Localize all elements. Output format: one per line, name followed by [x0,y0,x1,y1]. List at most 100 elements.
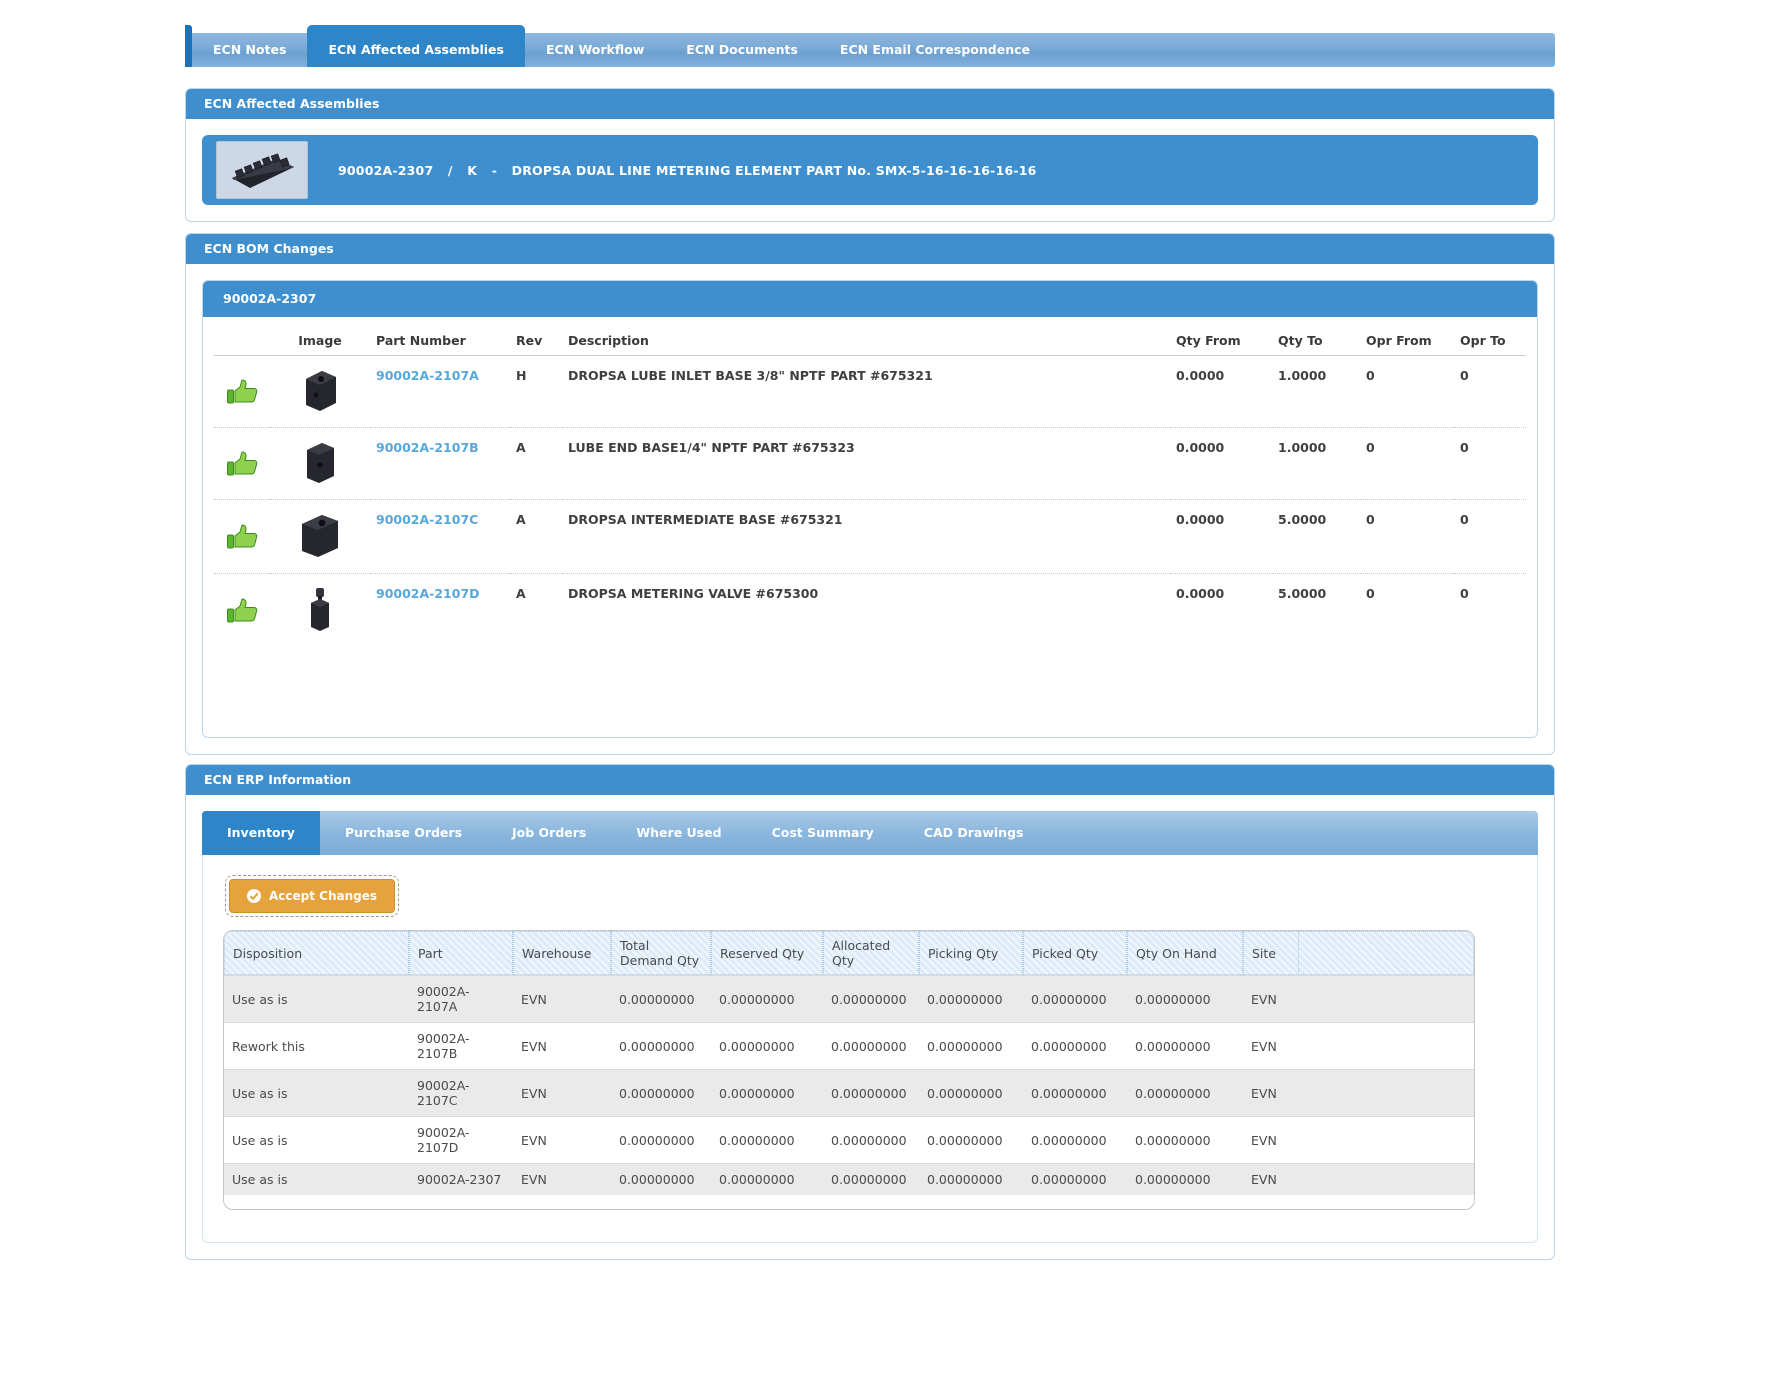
bom-row-status-cell [214,500,270,574]
bom-row-description: DROPSA METERING VALVE #675300 [562,574,1170,648]
inv-warehouse: EVN [513,1022,611,1069]
assembly-part-number: 90002A-2307 [338,163,433,178]
bom-col-opr-from: Opr From [1360,321,1454,356]
bom-row-description: DROPSA INTERMEDIATE BASE #675321 [562,500,1170,574]
bom-col-description: Description [562,321,1170,356]
inventory-table: Disposition Part Warehouse Total Demand … [224,931,1474,1195]
top-tab-bar: ECN Notes ECN Affected Assemblies ECN Wo… [185,33,1555,67]
bom-row-image-cell [270,356,370,428]
inv-qty-on-hand: 0.00000000 [1127,1163,1243,1195]
inventory-row[interactable]: Rework this 90002A-2107B EVN 0.00000000 … [224,1022,1474,1069]
assembly-image [226,148,298,192]
inventory-row[interactable]: Use as is 90002A-2107A EVN 0.00000000 0.… [224,975,1474,1022]
inv-col-picked-qty[interactable]: Picked Qty [1023,931,1127,975]
bom-row-qty-from: 0.0000 [1170,500,1272,574]
inv-picked-qty: 0.00000000 [1023,1022,1127,1069]
accept-changes-label: Accept Changes [269,889,377,903]
bom-row-rev: A [510,574,562,648]
thumbs-up-icon[interactable] [226,450,258,477]
inv-filler [1299,1116,1474,1163]
erp-tab-inventory[interactable]: Inventory [202,811,320,855]
assembly-banner: 90002A-2307 / K - DROPSA DUAL LINE METER… [202,135,1538,205]
tab-ecn-notes[interactable]: ECN Notes [192,33,307,67]
inv-picking-qty: 0.00000000 [919,1069,1023,1116]
inv-col-warehouse[interactable]: Warehouse [513,931,611,975]
bom-row-opr-from: 0 [1360,574,1454,648]
inv-picked-qty: 0.00000000 [1023,1116,1127,1163]
bom-group-panel: 90002A-2307 Image Part Number Rev Descri… [202,280,1538,738]
inv-reserved-qty: 0.00000000 [711,1163,823,1195]
part-number-link[interactable]: 90002A-2107D [376,586,480,601]
inv-col-allocated-qty[interactable]: Allocated Qty [823,931,919,975]
inv-col-site[interactable]: Site [1243,931,1299,975]
inv-disposition: Use as is [224,1116,409,1163]
inv-total-demand-qty: 0.00000000 [611,975,711,1022]
inv-part: 90002A-2107D [409,1116,513,1163]
bom-row-qty-to: 5.0000 [1272,500,1360,574]
erp-tab-cost-summary[interactable]: Cost Summary [747,811,899,855]
inv-part: 90002A-2107C [409,1069,513,1116]
erp-tab-strip: Inventory Purchase Orders Job Orders Whe… [202,811,1538,855]
inv-col-disposition[interactable]: Disposition [224,931,409,975]
inv-picking-qty: 0.00000000 [919,975,1023,1022]
inventory-header-row: Disposition Part Warehouse Total Demand … [224,931,1474,975]
inv-reserved-qty: 0.00000000 [711,1116,823,1163]
bom-row-opr-to: 0 [1454,500,1526,574]
inventory-table-container: Disposition Part Warehouse Total Demand … [223,930,1475,1210]
erp-information-panel: ECN ERP Information Inventory Purchase O… [185,764,1555,1260]
inv-reserved-qty: 0.00000000 [711,975,823,1022]
part-number-link[interactable]: 90002A-2107C [376,512,478,527]
thumbs-up-icon[interactable] [226,523,258,550]
inventory-row[interactable]: Use as is 90002A-2307 EVN 0.00000000 0.0… [224,1163,1474,1195]
inv-filler [1299,1163,1474,1195]
erp-tab-job-orders[interactable]: Job Orders [487,811,611,855]
bom-table: Image Part Number Rev Description Qty Fr… [214,321,1526,647]
accept-changes-button[interactable]: Accept Changes [229,879,395,913]
tab-ecn-email-correspondence[interactable]: ECN Email Correspondence [819,33,1051,67]
part-number-link[interactable]: 90002A-2107B [376,440,479,455]
bom-row-status-cell [214,356,270,428]
erp-tab-where-used[interactable]: Where Used [611,811,746,855]
inv-disposition: Use as is [224,975,409,1022]
thumbs-up-icon[interactable] [226,378,258,405]
inv-filler [1299,1069,1474,1116]
inv-warehouse: EVN [513,1069,611,1116]
inv-total-demand-qty: 0.00000000 [611,1163,711,1195]
erp-tab-cad-drawings[interactable]: CAD Drawings [899,811,1049,855]
assembly-thumbnail [216,141,308,199]
inventory-row[interactable]: Use as is 90002A-2107C EVN 0.00000000 0.… [224,1069,1474,1116]
bom-row-image-cell [270,574,370,648]
inv-col-total-demand-qty[interactable]: Total Demand Qty [611,931,711,975]
bom-row-qty-from: 0.0000 [1170,356,1272,428]
page: ECN Notes ECN Affected Assemblies ECN Wo… [185,0,1555,1260]
inventory-row[interactable]: Use as is 90002A-2107D EVN 0.00000000 0.… [224,1116,1474,1163]
erp-tab-purchase-orders[interactable]: Purchase Orders [320,811,487,855]
assembly-separator-2: - [492,163,497,178]
thumbs-up-icon[interactable] [226,597,258,624]
inv-site: EVN [1243,1069,1299,1116]
tab-ecn-workflow[interactable]: ECN Workflow [525,33,665,67]
inv-col-filler [1299,931,1474,975]
tab-ecn-affected-assemblies[interactable]: ECN Affected Assemblies [307,25,524,67]
bom-row-qty-from: 0.0000 [1170,428,1272,500]
bom-col-part-number: Part Number [370,321,510,356]
bom-row-status-cell [214,428,270,500]
bom-header-row: Image Part Number Rev Description Qty Fr… [214,321,1526,356]
inv-reserved-qty: 0.00000000 [711,1069,823,1116]
inv-col-reserved-qty[interactable]: Reserved Qty [711,931,823,975]
bom-col-qty-to: Qty To [1272,321,1360,356]
inv-col-part[interactable]: Part [409,931,513,975]
bom-col-rev: Rev [510,321,562,356]
inv-part: 90002A-2307 [409,1163,513,1195]
bom-row-description: DROPSA LUBE INLET BASE 3/8" NPTF PART #6… [562,356,1170,428]
inv-col-qty-on-hand[interactable]: Qty On Hand [1127,931,1243,975]
tab-ecn-documents[interactable]: ECN Documents [665,33,819,67]
part-number-link[interactable]: 90002A-2107A [376,368,479,383]
inv-col-picking-qty[interactable]: Picking Qty [919,931,1023,975]
clipped-tab-edge [185,25,192,67]
bom-row-rev: H [510,356,562,428]
inv-picking-qty: 0.00000000 [919,1022,1023,1069]
bom-row-description: LUBE END BASE1/4" NPTF PART #675323 [562,428,1170,500]
inv-site: EVN [1243,1116,1299,1163]
bom-row-rev: A [510,500,562,574]
